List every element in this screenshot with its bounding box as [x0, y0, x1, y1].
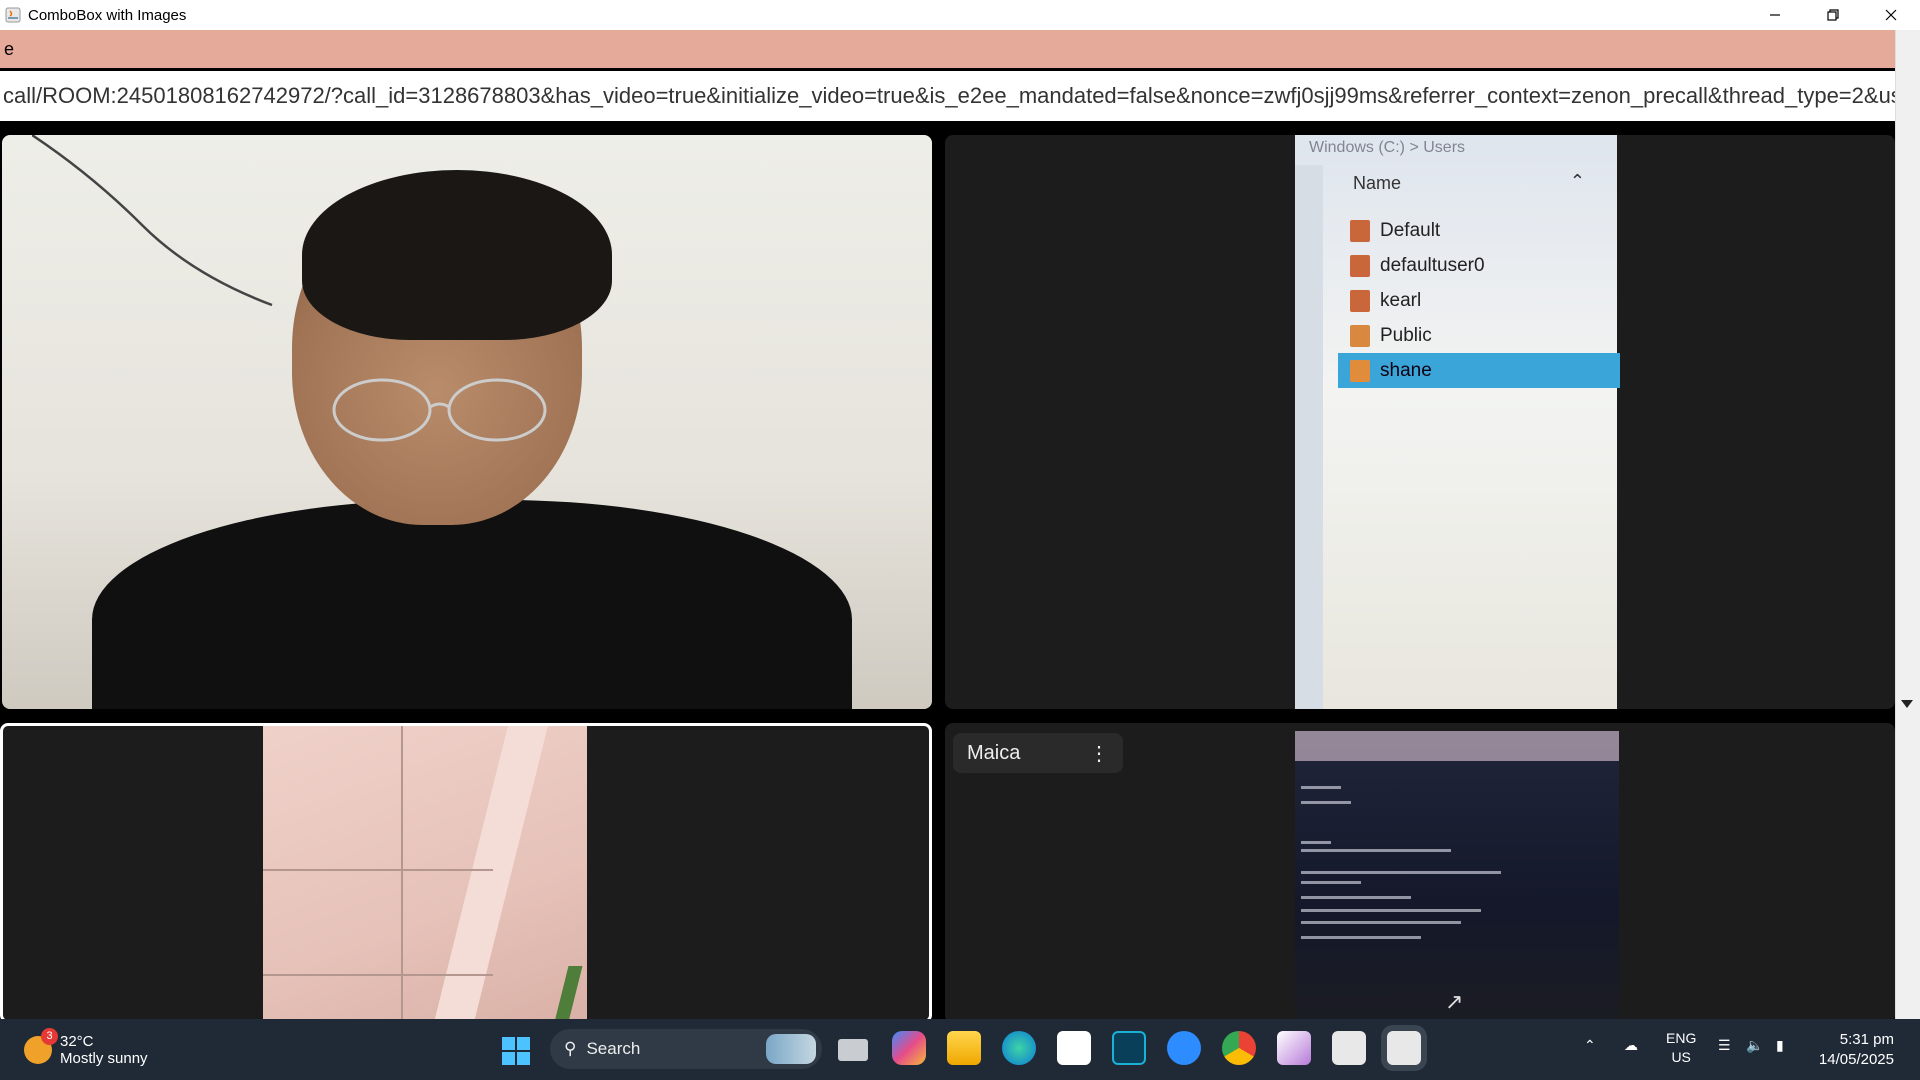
weather-widget[interactable]: 3 32°C Mostly sunny: [24, 1028, 148, 1067]
copilot-icon[interactable]: [892, 1031, 926, 1065]
terminal-line: [1301, 801, 1351, 804]
folder-icon: [1350, 324, 1370, 347]
terminal-line: [1301, 871, 1501, 874]
chrome-icon[interactable]: [1222, 1031, 1256, 1065]
clock-date: 14/05/2025: [1818, 1051, 1894, 1068]
ceiling-video-tile[interactable]: [0, 723, 932, 1019]
ceiling-seam: [263, 974, 493, 976]
vertical-scrollbar[interactable]: [1895, 30, 1920, 1019]
close-icon: [1885, 9, 1897, 21]
folder-name: defaultuser0: [1380, 254, 1485, 276]
video-call-grid: Windows (C:) > Users Name ⌃ Default defa…: [0, 121, 1895, 1019]
terminal-line: [1301, 841, 1331, 844]
file-explorer-icon[interactable]: [947, 1031, 981, 1065]
participant-shirt: [92, 500, 852, 709]
url-label: call/ROOM:24501808162742972/?call_id=312…: [3, 83, 1895, 108]
tray-overflow-icon[interactable]: ⌃: [1584, 1037, 1596, 1054]
search-label: Search: [586, 1039, 641, 1058]
explorer-name-column: Name ⌃: [1325, 165, 1595, 205]
wifi-icon[interactable]: ☰: [1718, 1037, 1731, 1054]
sunny-weather-icon: 3: [24, 1028, 58, 1064]
terminal-line: [1301, 881, 1361, 884]
clock[interactable]: 5:31 pm 14/05/2025: [1819, 1030, 1894, 1070]
name-column-label: Name: [1353, 173, 1402, 193]
folder-row: kearl: [1350, 283, 1620, 318]
search-icon: ⚲: [564, 1039, 577, 1058]
ceiling-image: [263, 726, 587, 1019]
java-icon[interactable]: [1332, 1031, 1366, 1065]
clock-time: 5:31 pm: [1839, 1031, 1894, 1048]
explorer-breadcrumb: Windows (C:) > Users: [1309, 139, 1466, 156]
glasses-icon: [332, 378, 547, 442]
ceiling-seam: [263, 869, 493, 871]
folder-icon: [1350, 359, 1370, 382]
defender-icon[interactable]: [1112, 1031, 1146, 1065]
folder-name: kearl: [1380, 289, 1422, 311]
language-indicator[interactable]: ENG US: [1666, 1029, 1696, 1067]
java-active-icon[interactable]: [1387, 1031, 1421, 1065]
participant-video-tile[interactable]: [2, 135, 932, 709]
title-bar: ComboBox with Images: [0, 0, 1920, 30]
maica-video-tile[interactable]: Maica ⋮ ↗: [945, 723, 1895, 1019]
minimize-icon: [1770, 14, 1780, 16]
weather-desc: Mostly sunny: [60, 1050, 148, 1067]
folder-name: Public: [1380, 324, 1432, 346]
close-button[interactable]: [1862, 0, 1920, 30]
battery-icon[interactable]: ▮: [1776, 1037, 1784, 1054]
restore-button[interactable]: [1804, 0, 1862, 30]
terminal-line: [1301, 921, 1461, 924]
folder-row: defaultuser0: [1350, 248, 1620, 283]
participant-name: Maica: [967, 741, 1021, 764]
taskbar-search[interactable]: ⚲ Search: [550, 1029, 822, 1069]
terminal-line: [1301, 936, 1421, 939]
terminal-window-capture: ↗: [1295, 731, 1619, 1019]
scroll-down-arrow-icon[interactable]: [1901, 700, 1913, 708]
folder-icon: [1350, 219, 1370, 242]
more-options-icon[interactable]: ⋮: [1089, 741, 1109, 766]
participant-hair: [302, 170, 612, 340]
minimize-button[interactable]: [1746, 0, 1804, 30]
folder-row: Public: [1350, 318, 1620, 353]
volume-icon[interactable]: 🔈: [1746, 1037, 1763, 1054]
folder-row: Default: [1350, 213, 1620, 248]
folder-icon: [1350, 254, 1370, 277]
url-text: call/ROOM:24501808162742972/?call_id=312…: [0, 71, 1895, 121]
combo-selected-value: e: [4, 39, 15, 59]
terminal-line: [1301, 786, 1341, 789]
explorer-sidebar: [1295, 165, 1323, 709]
language-code: ENG: [1666, 1030, 1697, 1046]
explorer-window-capture: Windows (C:) > Users Name ⌃ Default defa…: [1295, 135, 1620, 709]
restore-icon: [1827, 9, 1839, 21]
taskbar: 3 32°C Mostly sunny ⚲ Search ⌃ ☁ ENG US …: [0, 1019, 1920, 1080]
wall-cable: [32, 135, 273, 307]
combo-box[interactable]: e: [0, 30, 1895, 68]
folder-row-selected: shane: [1338, 353, 1620, 388]
search-highlight-icon: [766, 1034, 816, 1064]
window-title: ComboBox with Images: [28, 6, 187, 24]
shared-screen-tile[interactable]: Windows (C:) > Users Name ⌃ Default defa…: [945, 135, 1895, 709]
terminal-line: [1301, 909, 1481, 912]
weather-badge: 3: [41, 1028, 58, 1045]
store-icon[interactable]: [1057, 1031, 1091, 1065]
terminal-line: [1301, 896, 1411, 899]
participant-name-chip: Maica ⋮: [953, 733, 1123, 773]
green-frame: [553, 966, 583, 1019]
folder-list: Default defaultuser0 kearl Public shane: [1338, 213, 1620, 388]
sort-ascending-icon: ⌃: [1569, 171, 1585, 191]
task-view-icon[interactable]: [838, 1039, 868, 1061]
onedrive-icon[interactable]: ☁: [1624, 1037, 1638, 1054]
terminal-titlebar: [1295, 731, 1619, 761]
cube-app-icon[interactable]: [1277, 1031, 1311, 1065]
region-code: US: [1671, 1049, 1691, 1065]
java-icon: [5, 7, 21, 23]
edge-icon[interactable]: [1002, 1031, 1036, 1065]
folder-icon: [1350, 289, 1370, 312]
folder-name: Default: [1380, 219, 1441, 241]
folder-name: shane: [1380, 359, 1432, 381]
zoom-icon[interactable]: [1167, 1031, 1201, 1065]
terminal-line: [1301, 849, 1451, 852]
weather-temp: 32°C: [60, 1033, 94, 1050]
windows-start-icon[interactable]: [502, 1037, 530, 1065]
expand-icon[interactable]: ↗: [1445, 989, 1463, 1015]
